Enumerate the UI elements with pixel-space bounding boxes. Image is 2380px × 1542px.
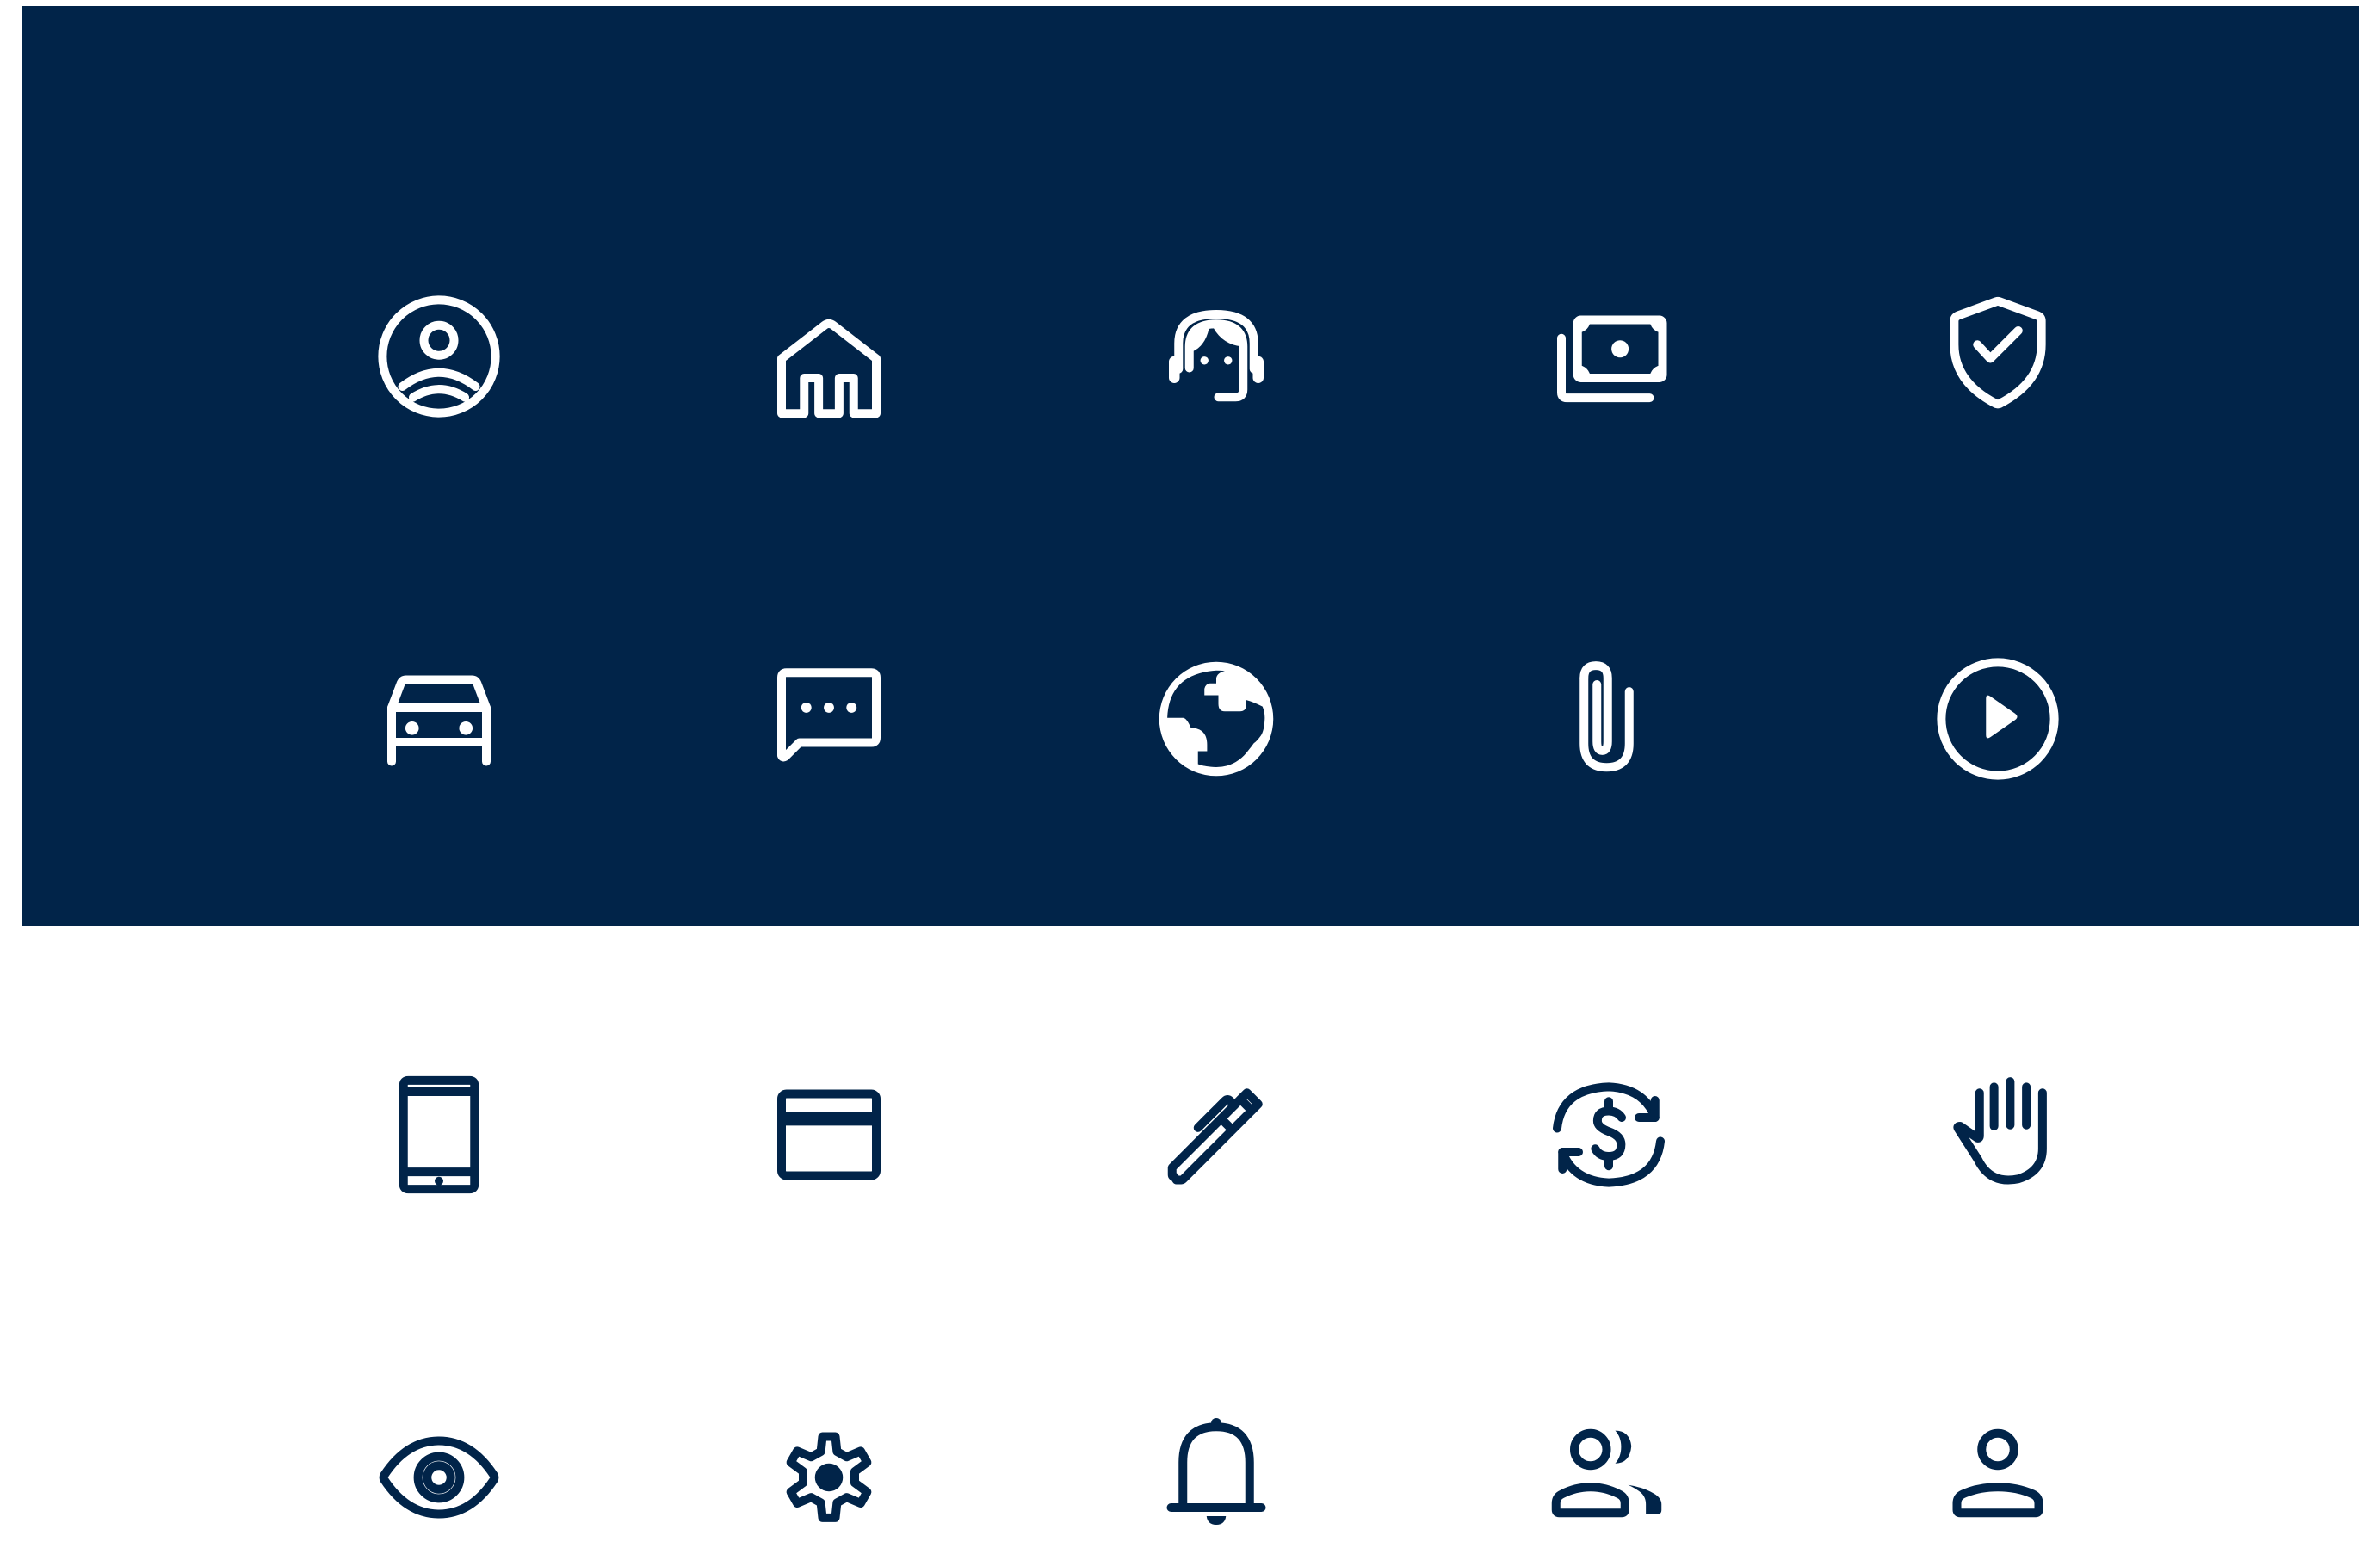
dollar-refresh-icon	[1544, 1070, 1673, 1199]
notification-bell-icon	[1152, 1413, 1281, 1542]
play-circle-icon	[1933, 654, 2062, 783]
credit-card-icon	[764, 1070, 893, 1199]
dark-panel-background	[22, 6, 2359, 926]
paperclip-icon	[1544, 654, 1673, 783]
chat-bubble-icon	[764, 654, 893, 783]
pen-icon	[1152, 1070, 1281, 1199]
raised-hand-icon	[1933, 1070, 2062, 1199]
home-icon	[764, 300, 893, 430]
customer-support-icon	[1152, 297, 1281, 426]
car-icon	[374, 656, 504, 785]
user-icon	[1933, 1413, 2062, 1542]
cash-icon	[1544, 296, 1673, 425]
shield-check-icon	[1933, 292, 2062, 421]
mobile-phone-icon	[374, 1070, 504, 1199]
users-group-icon	[1544, 1413, 1673, 1542]
globe-icon	[1152, 654, 1281, 783]
user-circle-icon	[374, 292, 504, 421]
settings-gear-icon	[764, 1413, 893, 1542]
eye-icon	[374, 1413, 504, 1542]
